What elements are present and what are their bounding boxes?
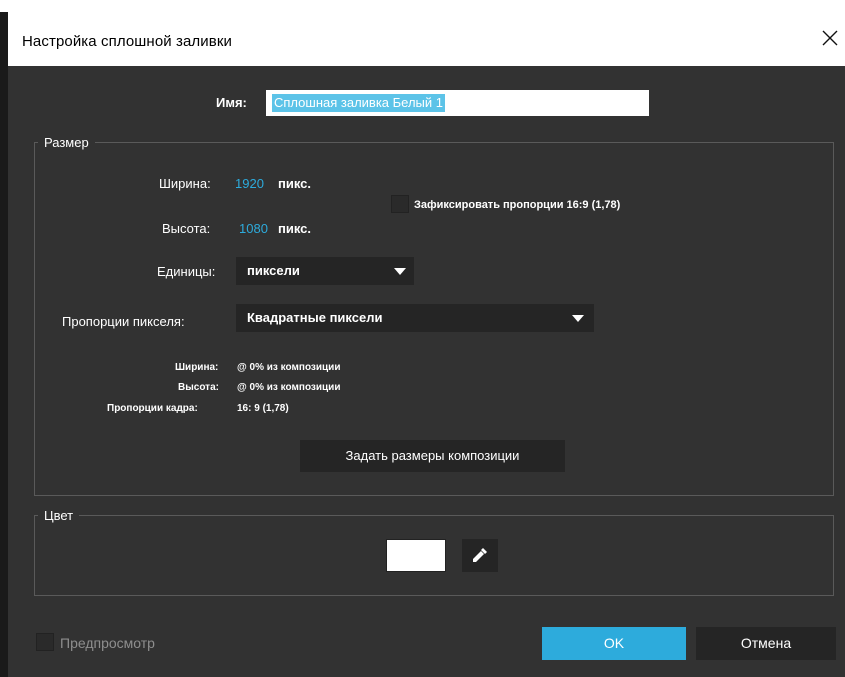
host-window-strip [0,0,845,12]
info-width-label: Ширина: [175,362,219,373]
units-dropdown-value: пиксели [247,263,300,278]
width-unit: пикс. [278,176,312,191]
eyedropper-icon [473,548,487,562]
pixel-aspect-dropdown[interactable]: Квадратные пиксели [236,304,594,332]
lock-aspect-checkbox[interactable] [391,195,409,213]
info-height-label: Высота: [178,382,219,393]
width-label: Ширина: [159,176,211,191]
cancel-button[interactable]: Отмена [696,627,836,660]
lock-aspect-label: Зафиксировать пропорции 16:9 (1,78) [414,199,621,211]
color-group-legend: Цвет [38,508,80,523]
info-frame-label: Пропорции кадра: [107,403,198,414]
size-group-legend: Размер [38,135,95,150]
color-swatch[interactable] [386,539,446,572]
name-label: Имя: [216,95,247,110]
width-value[interactable]: 1920 [235,176,264,191]
title-bar: Настройка сплошной заливки [8,12,845,66]
solid-settings-dialog: Настройка сплошной заливки Имя: Сплошная… [8,12,845,677]
chevron-down-icon [572,315,584,322]
name-field-value: Сплошная заливка Белый 1 [272,94,445,112]
pixel-aspect-label: Пропорции пикселя: [62,314,185,329]
units-label: Единицы: [157,264,216,279]
info-height-value: @ 0% из композиции [237,382,341,393]
name-field[interactable]: Сплошная заливка Белый 1 [266,90,649,116]
height-value[interactable]: 1080 [239,221,268,236]
chevron-down-icon [394,268,406,275]
units-dropdown[interactable]: пиксели [236,257,414,285]
make-comp-size-button[interactable]: Задать размеры композиции [300,440,565,472]
info-width-value: @ 0% из композиции [237,362,341,373]
height-label: Высота: [162,221,211,236]
preview-checkbox[interactable] [36,633,54,651]
dialog-title: Настройка сплошной заливки [22,33,232,50]
pixel-aspect-dropdown-value: Квадратные пиксели [247,310,383,325]
preview-label: Предпросмотр [60,635,155,651]
eyedropper-button[interactable] [462,539,498,572]
height-unit: пикс. [278,221,312,236]
ok-button[interactable]: OK [542,627,686,660]
close-icon[interactable] [819,27,841,49]
info-frame-value: 16: 9 (1,78) [237,403,289,414]
